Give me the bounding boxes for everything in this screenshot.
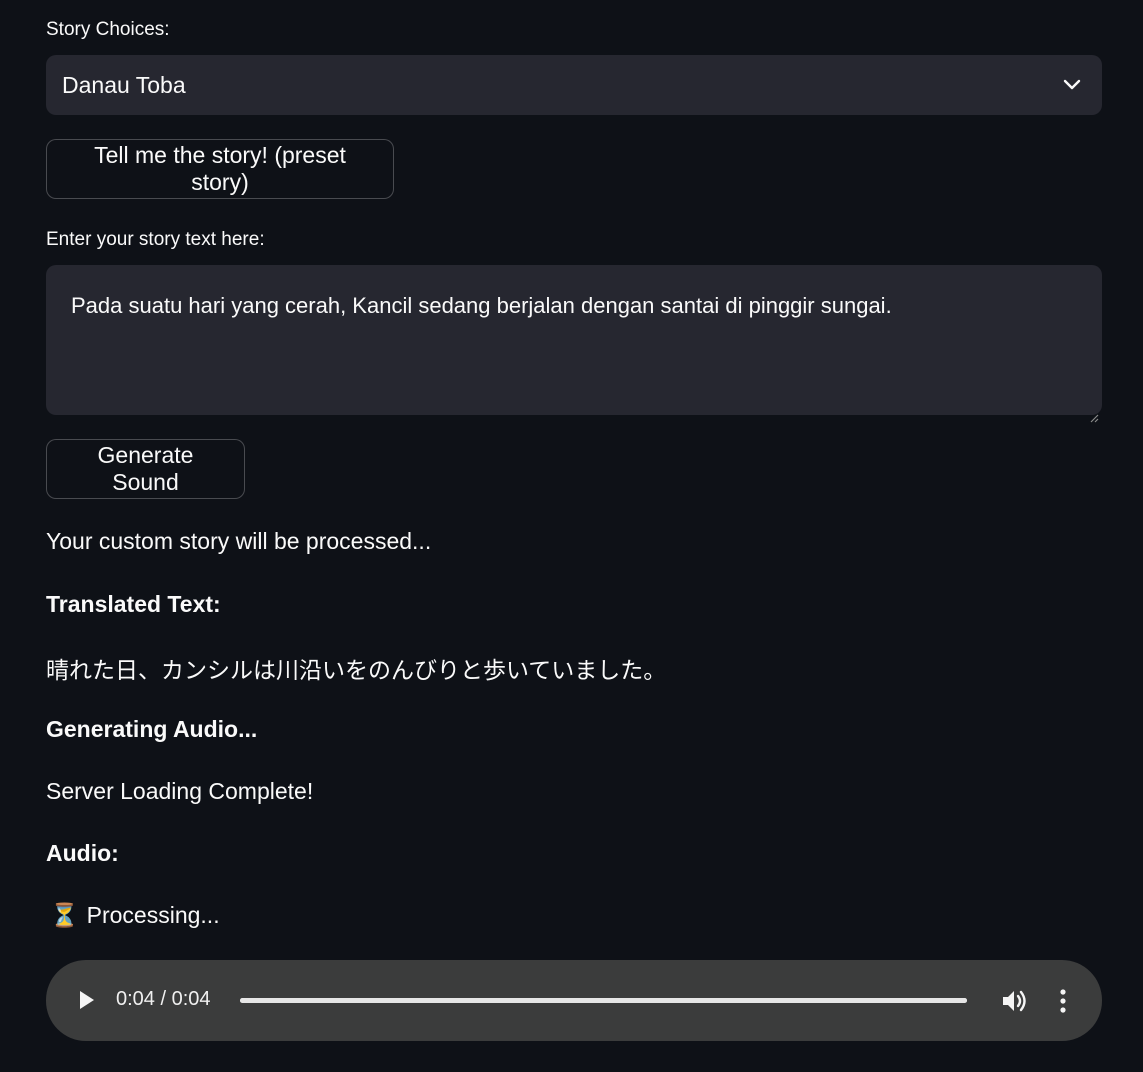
play-icon[interactable] (77, 989, 97, 1011)
processing-text: Processing... (86, 902, 220, 928)
chevron-down-icon (1062, 75, 1082, 95)
story-text-value: Pada suatu hari yang cerah, Kancil sedan… (71, 293, 892, 318)
story-choices-label: Story Choices: (46, 19, 170, 40)
resize-handle-icon[interactable] (1090, 403, 1099, 423)
preset-story-button[interactable]: Tell me the story! (preset story) (46, 139, 394, 199)
story-text-label: Enter your story text here: (46, 229, 265, 250)
story-text-input[interactable]: Pada suatu hari yang cerah, Kancil sedan… (46, 265, 1102, 423)
story-choices-selected-value: Danau Toba (62, 71, 186, 98)
more-options-icon[interactable] (1056, 988, 1070, 1014)
processing-status: ⏳ Processing... (46, 902, 220, 929)
generating-heading: Generating Audio... (46, 716, 258, 742)
story-choices-select[interactable]: Danau Toba (46, 55, 1102, 115)
volume-icon[interactable] (1001, 988, 1029, 1014)
processing-note: Your custom story will be processed... (46, 528, 432, 554)
translated-heading: Translated Text: (46, 591, 221, 617)
audio-progress-fill (240, 998, 967, 1003)
generate-sound-button[interactable]: Generate Sound (46, 439, 245, 499)
audio-heading: Audio: (46, 840, 119, 866)
audio-player: 0:04 / 0:04 (46, 960, 1102, 1041)
translated-text: 晴れた日、カンシルは川沿いをのんびりと歩いていました。 (46, 657, 667, 683)
server-status: Server Loading Complete! (46, 778, 314, 804)
audio-progress-track[interactable] (240, 998, 967, 1003)
audio-time: 0:04 / 0:04 (116, 988, 211, 1010)
hourglass-icon: ⏳ (50, 902, 79, 928)
